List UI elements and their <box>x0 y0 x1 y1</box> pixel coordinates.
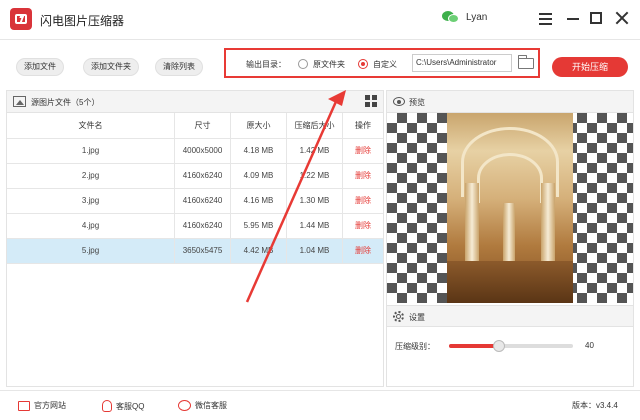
table-row[interactable]: 3.jpg 4160x6240 4.16 MB 1.30 MB 删除 <box>7 189 383 214</box>
toolbar: 添加文件 添加文件夹 清除列表 输出目录： 原文件夹 自定义 C:\Users\… <box>0 40 640 90</box>
file-dimensions: 4160x6240 <box>175 214 231 238</box>
output-path-input[interactable]: C:\Users\Administrator <box>412 54 512 72</box>
eye-icon <box>393 97 405 106</box>
title-bar: 闪电图片压缩器 Lyan <box>0 0 640 40</box>
compression-level-label: 压缩级别： <box>395 342 435 351</box>
delete-button[interactable]: 删除 <box>343 189 383 213</box>
start-compress-button[interactable]: 开始压缩 <box>552 57 628 77</box>
radio-original-label: 原文件夹 <box>313 60 345 69</box>
preview-image <box>447 113 573 303</box>
radio-original-folder[interactable] <box>298 59 308 69</box>
version-label: 版本：v3.4.4 <box>572 401 618 410</box>
delete-button[interactable]: 删除 <box>343 214 383 238</box>
settings-title: 设置 <box>409 313 425 322</box>
original-size: 4.09 MB <box>231 164 287 188</box>
preview-canvas <box>387 113 633 303</box>
original-size: 4.16 MB <box>231 189 287 213</box>
original-size: 4.18 MB <box>231 139 287 163</box>
app-title: 闪电图片压缩器 <box>40 14 125 28</box>
wechat-support-label: 微信客服 <box>195 401 227 410</box>
slider-thumb[interactable] <box>492 340 505 352</box>
file-dimensions: 4160x6240 <box>175 189 231 213</box>
radio-custom-label: 自定义 <box>373 60 397 69</box>
compressed-size: 1.22 MB <box>287 164 343 188</box>
image-icon <box>13 96 26 107</box>
user-account[interactable]: Lyan <box>442 10 487 24</box>
compressed-size: 1.04 MB <box>287 239 343 263</box>
chat-icon <box>178 400 191 411</box>
grid-view-icon[interactable] <box>365 95 377 107</box>
wechat-icon <box>442 10 460 24</box>
column-header: 操作 <box>355 121 371 130</box>
file-table-body: 1.jpg 4000x5000 4.18 MB 1.42 MB 删除 2.jpg… <box>7 139 383 264</box>
column-header[interactable]: 原大小 <box>231 113 287 138</box>
table-row[interactable]: 1.jpg 4000x5000 4.18 MB 1.42 MB 删除 <box>7 139 383 164</box>
radio-custom-folder[interactable] <box>358 59 368 69</box>
delete-button[interactable]: 删除 <box>343 239 383 263</box>
footer: 官方网站 客服QQ 微信客服 版本：v3.4.4 <box>0 390 640 420</box>
qq-label: 客服QQ <box>116 401 145 411</box>
column-header[interactable]: 尺寸 <box>175 113 231 138</box>
original-size: 4.42 MB <box>231 239 287 263</box>
qq-support-link[interactable]: 客服QQ <box>102 400 144 412</box>
maximize-icon[interactable] <box>590 12 602 24</box>
file-list-header: 源图片文件（5个） <box>7 91 383 113</box>
file-name: 5.jpg <box>7 239 175 263</box>
compression-level-value: 40 <box>585 341 594 350</box>
add-folder-button[interactable]: 添加文件夹 <box>83 58 139 76</box>
compressed-size: 1.44 MB <box>287 214 343 238</box>
folder-icon[interactable] <box>518 55 534 69</box>
compressed-size: 1.30 MB <box>287 189 343 213</box>
file-name: 1.jpg <box>7 139 175 163</box>
preview-title: 预览 <box>409 98 425 107</box>
file-name: 2.jpg <box>7 164 175 188</box>
slider-fill <box>449 344 499 348</box>
table-row-selected[interactable]: 5.jpg 3650x5475 4.42 MB 1.04 MB 删除 <box>7 239 383 264</box>
output-label: 输出目录： <box>246 60 286 69</box>
table-row[interactable]: 2.jpg 4160x6240 4.09 MB 1.22 MB 删除 <box>7 164 383 189</box>
menu-icon[interactable] <box>539 13 553 27</box>
add-file-button[interactable]: 添加文件 <box>16 58 64 76</box>
website-label: 官方网站 <box>34 401 66 410</box>
file-dimensions: 4000x5000 <box>175 139 231 163</box>
wechat-support-link[interactable]: 微信客服 <box>178 400 227 411</box>
compression-level-slider[interactable] <box>449 340 573 352</box>
user-name: Lyan <box>466 11 488 23</box>
official-website-link[interactable]: 官方网站 <box>18 400 66 411</box>
delete-button[interactable]: 删除 <box>343 139 383 163</box>
file-list-panel: 源图片文件（5个） 文件名 尺寸 原大小 压缩后大小 操作 1.jpg 4000… <box>6 90 384 387</box>
file-name: 3.jpg <box>7 189 175 213</box>
qq-icon <box>102 400 112 412</box>
table-row[interactable]: 4.jpg 4160x6240 5.95 MB 1.44 MB 删除 <box>7 214 383 239</box>
monitor-icon <box>18 400 30 411</box>
file-dimensions: 3650x5475 <box>175 239 231 263</box>
table-header: 文件名 尺寸 原大小 压缩后大小 操作 <box>7 113 383 139</box>
delete-button[interactable]: 删除 <box>343 164 383 188</box>
original-size: 5.95 MB <box>231 214 287 238</box>
preview-header: 预览 <box>387 91 633 113</box>
close-icon[interactable] <box>615 11 629 25</box>
compressed-size: 1.42 MB <box>287 139 343 163</box>
settings-header: 设置 <box>387 305 633 327</box>
clear-list-button[interactable]: 清除列表 <box>155 58 203 76</box>
file-list-title: 源图片文件（5个） <box>31 98 100 107</box>
minimize-icon[interactable] <box>566 11 580 25</box>
file-dimensions: 4160x6240 <box>175 164 231 188</box>
gear-icon <box>393 311 404 322</box>
app-logo-icon <box>10 8 32 30</box>
file-name: 4.jpg <box>7 214 175 238</box>
column-header[interactable]: 文件名 <box>7 113 175 138</box>
output-directory-group: 输出目录： 原文件夹 自定义 C:\Users\Administrator <box>224 48 540 78</box>
preview-panel: 预览 设置 压缩级别： 40 <box>386 90 634 387</box>
column-header[interactable]: 压缩后大小 <box>287 113 343 138</box>
